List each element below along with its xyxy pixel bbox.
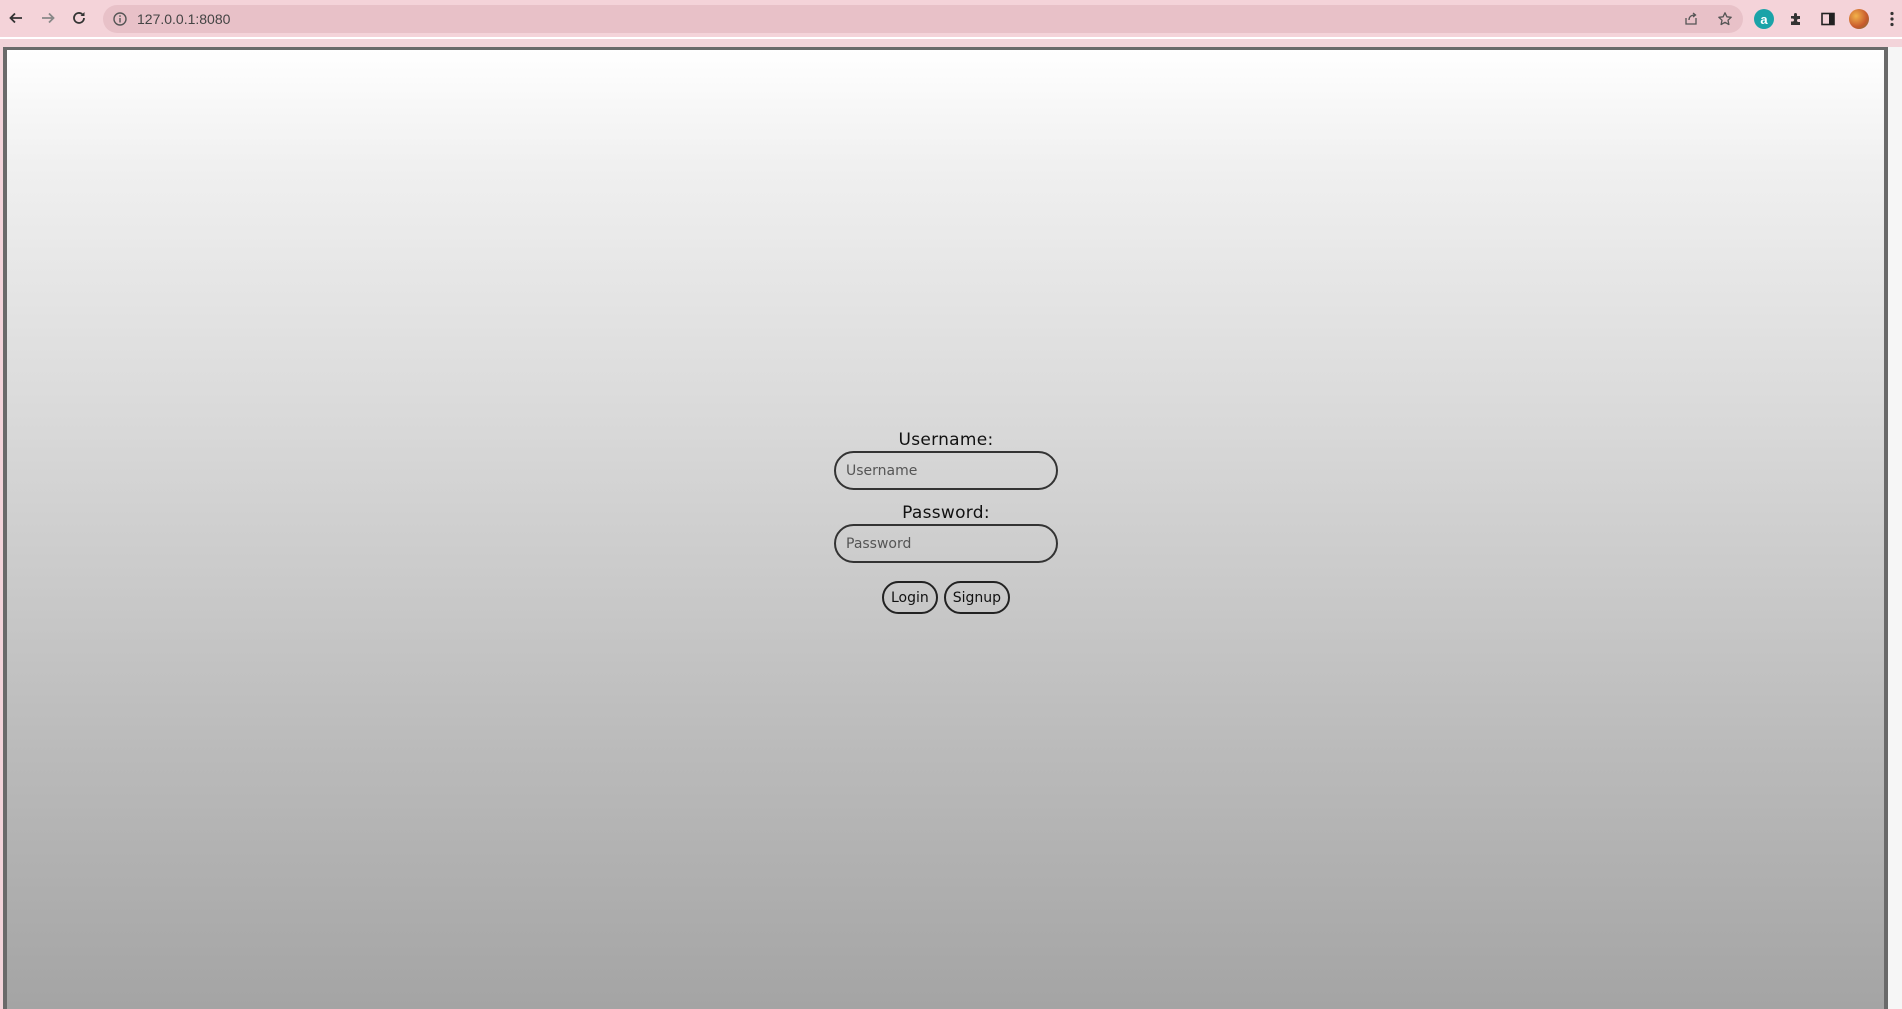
browser-toolbar: 127.0.0.1:8080 a xyxy=(0,0,1902,37)
scrollbar-track[interactable] xyxy=(1888,47,1902,1009)
browser-window: 127.0.0.1:8080 a Username: Password: xyxy=(0,0,1902,1009)
profile-avatar[interactable] xyxy=(1849,9,1869,29)
button-row: Login Signup xyxy=(830,581,1062,614)
info-icon[interactable] xyxy=(112,11,128,27)
url-text[interactable]: 127.0.0.1:8080 xyxy=(137,5,230,33)
back-arrow-icon[interactable] xyxy=(3,5,29,31)
reload-icon[interactable] xyxy=(66,5,92,31)
signup-button[interactable]: Signup xyxy=(943,581,1011,614)
login-form: Username: Password: Login Signup xyxy=(830,429,1062,614)
password-input[interactable] xyxy=(834,524,1058,563)
password-label: Password: xyxy=(902,503,990,523)
share-icon[interactable] xyxy=(1683,11,1699,27)
username-input[interactable] xyxy=(834,451,1058,490)
login-button[interactable]: Login xyxy=(881,581,938,614)
star-icon[interactable] xyxy=(1717,11,1733,27)
forward-arrow-icon[interactable] xyxy=(35,5,61,31)
side-panel-icon[interactable] xyxy=(1818,9,1838,29)
username-label: Username: xyxy=(898,430,994,450)
toolbar-divider xyxy=(0,37,1902,39)
kebab-menu-icon[interactable] xyxy=(1882,9,1902,29)
puzzle-icon[interactable] xyxy=(1786,9,1806,29)
extension-a-icon[interactable]: a xyxy=(1754,9,1774,29)
address-bar[interactable]: 127.0.0.1:8080 xyxy=(103,5,1743,33)
